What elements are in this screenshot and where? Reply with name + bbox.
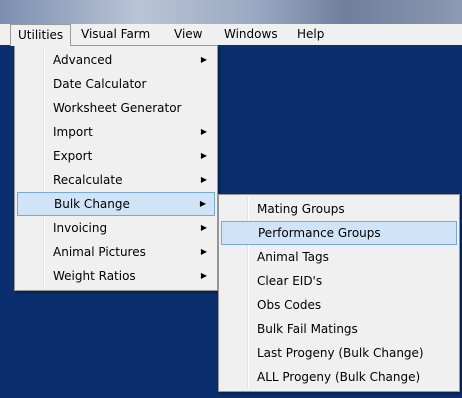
- menu-visual-farm[interactable]: Visual Farm: [74, 24, 157, 45]
- menu-item-invoicing[interactable]: Invoicing ▶: [17, 216, 215, 240]
- submenu-arrow-icon: ▶: [199, 199, 206, 208]
- menu-item-label: ALL Progeny (Bulk Change): [257, 370, 421, 384]
- menu-item-label: Invoicing: [53, 221, 108, 235]
- menu-item-label: Import: [53, 125, 93, 139]
- menu-item-label: Date Calculator: [53, 77, 147, 91]
- menu-item-obs-codes[interactable]: Obs Codes: [221, 293, 457, 317]
- menu-utilities[interactable]: Utilities: [10, 24, 72, 46]
- submenu-arrow-icon: ▶: [200, 151, 207, 160]
- menu-item-label: Bulk Fail Matings: [257, 322, 358, 336]
- menu-item-label: Worksheet Generator: [53, 101, 182, 115]
- menu-item-label: Animal Pictures: [53, 245, 146, 259]
- menu-item-label: Animal Tags: [257, 250, 329, 264]
- utilities-menu: Advanced ▶ Date Calculator Worksheet Gen…: [14, 45, 218, 291]
- window-titlebar: [0, 0, 462, 24]
- submenu-arrow-icon: ▶: [200, 247, 207, 256]
- menu-item-export[interactable]: Export ▶: [17, 144, 215, 168]
- submenu-arrow-icon: ▶: [200, 175, 207, 184]
- menu-item-label: Bulk Change: [54, 197, 130, 211]
- menu-item-clear-eids[interactable]: Clear EID's: [221, 269, 457, 293]
- menu-item-recalculate[interactable]: Recalculate ▶: [17, 168, 215, 192]
- menu-item-label: Obs Codes: [257, 298, 322, 312]
- menu-item-label: Recalculate: [53, 173, 123, 187]
- menu-bar: Utilities Visual Farm View Windows Help: [0, 24, 462, 46]
- menu-item-animal-tags[interactable]: Animal Tags: [221, 245, 457, 269]
- menu-item-advanced[interactable]: Advanced ▶: [17, 48, 215, 72]
- menu-item-label: Weight Ratios: [53, 269, 136, 283]
- menu-item-date-calculator[interactable]: Date Calculator: [17, 72, 215, 96]
- menu-view[interactable]: View: [167, 24, 209, 45]
- menu-item-all-progeny[interactable]: ALL Progeny (Bulk Change): [221, 365, 457, 389]
- menu-item-label: Advanced: [53, 53, 113, 67]
- menu-windows[interactable]: Windows: [217, 24, 285, 45]
- menu-item-bulk-change[interactable]: Bulk Change ▶: [17, 192, 215, 216]
- submenu-arrow-icon: ▶: [200, 55, 207, 64]
- menu-help[interactable]: Help: [290, 24, 331, 45]
- menu-item-bulk-fail-matings[interactable]: Bulk Fail Matings: [221, 317, 457, 341]
- menu-item-worksheet-generator[interactable]: Worksheet Generator: [17, 96, 215, 120]
- menu-item-mating-groups[interactable]: Mating Groups: [221, 197, 457, 221]
- menu-item-label: Mating Groups: [257, 202, 345, 216]
- bulk-change-submenu: Mating Groups Performance Groups Animal …: [218, 194, 460, 392]
- menu-item-label: Performance Groups: [258, 226, 381, 240]
- menu-item-label: Clear EID's: [257, 274, 323, 288]
- menu-item-label: Last Progeny (Bulk Change): [257, 346, 424, 360]
- menu-item-performance-groups[interactable]: Performance Groups: [221, 221, 457, 245]
- menu-item-animal-pictures[interactable]: Animal Pictures ▶: [17, 240, 215, 264]
- submenu-arrow-icon: ▶: [200, 271, 207, 280]
- submenu-arrow-icon: ▶: [200, 223, 207, 232]
- submenu-arrow-icon: ▶: [200, 127, 207, 136]
- menu-item-weight-ratios[interactable]: Weight Ratios ▶: [17, 264, 215, 288]
- menu-item-last-progeny[interactable]: Last Progeny (Bulk Change): [221, 341, 457, 365]
- menu-item-label: Export: [53, 149, 93, 163]
- menu-item-import[interactable]: Import ▶: [17, 120, 215, 144]
